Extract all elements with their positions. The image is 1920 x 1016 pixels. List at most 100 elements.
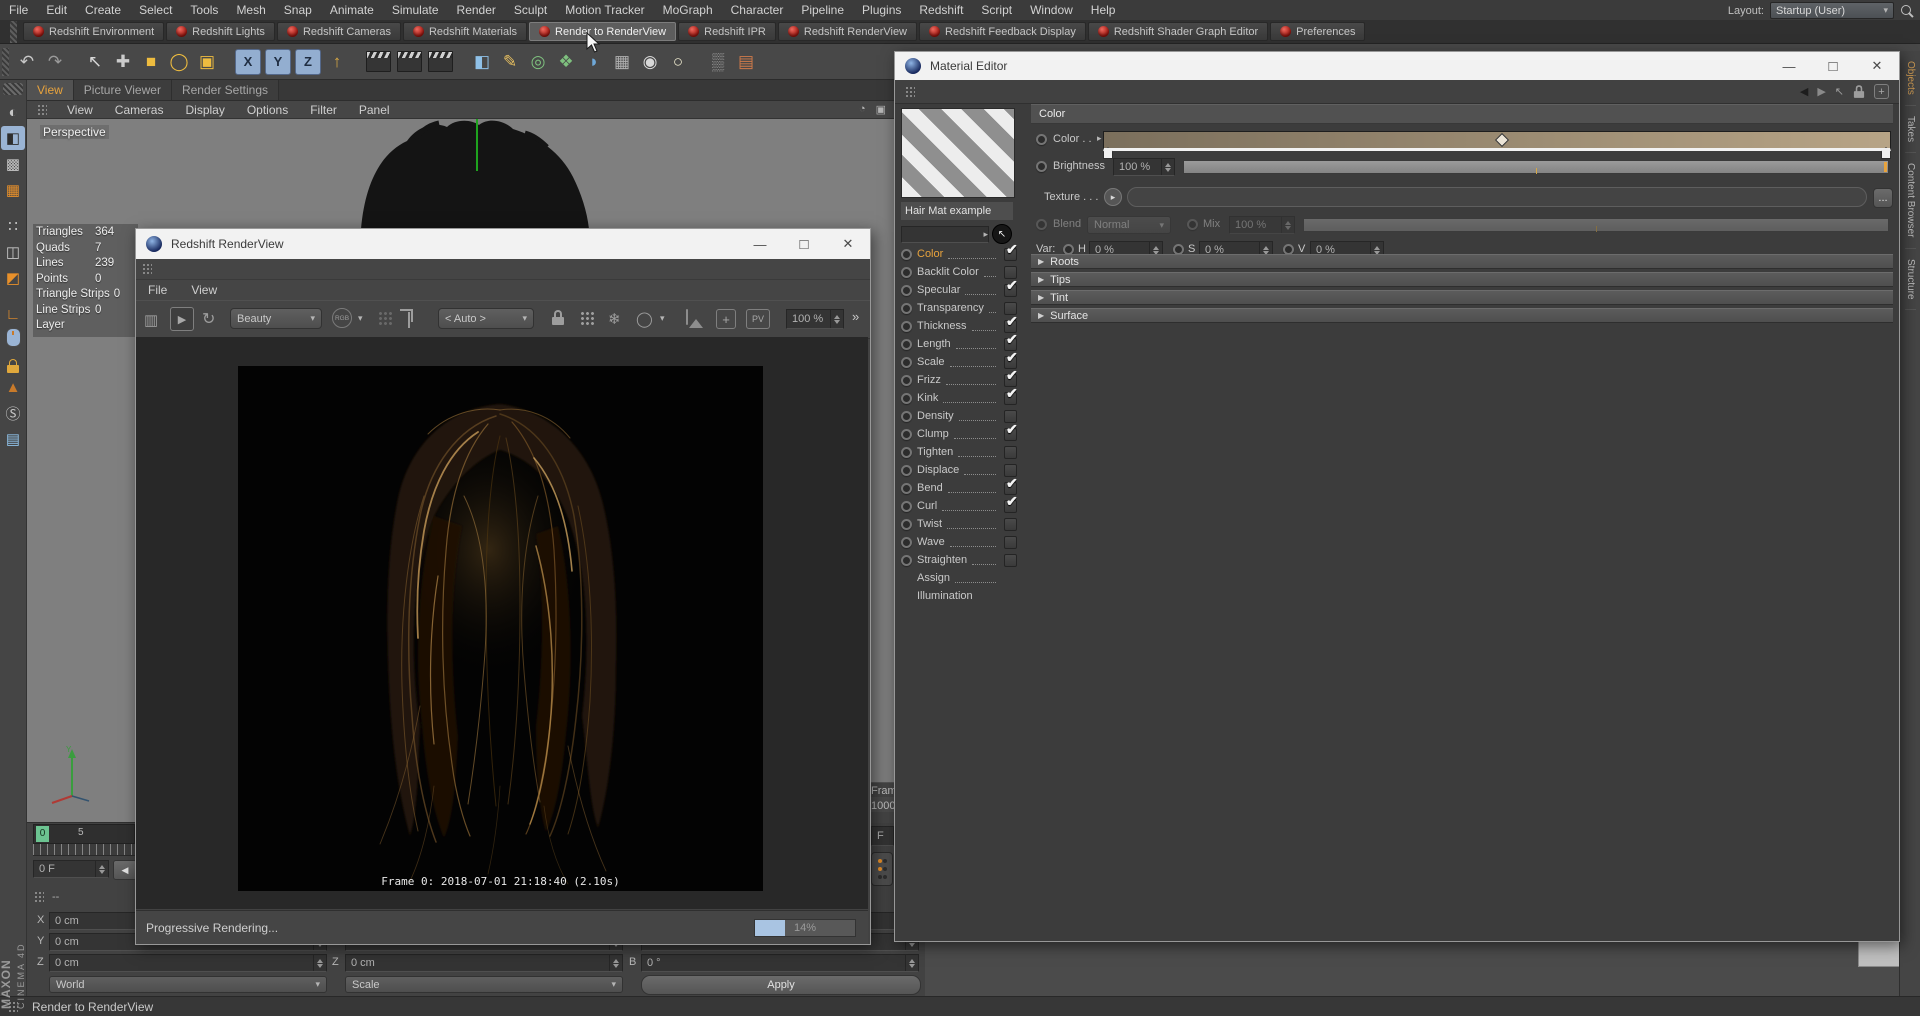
menu-item[interactable]: Help <box>1082 3 1125 17</box>
render-view-icon[interactable] <box>366 51 391 72</box>
brightness-slider[interactable] <box>1183 160 1889 174</box>
redshift-toolbar-button[interactable]: Render to RenderView <box>529 22 676 41</box>
color-animation-dot[interactable] <box>1036 134 1047 145</box>
edges-mode-icon[interactable]: ◫ <box>1 240 25 264</box>
material-preview-swatch[interactable] <box>901 108 1015 198</box>
texture-expand-button[interactable]: ▸ <box>1104 188 1122 206</box>
coordinate-space-dropdown[interactable]: World▾ <box>49 976 327 993</box>
y-axis-lock-icon[interactable]: Y <box>265 49 291 75</box>
material-channel-row[interactable]: Backlit Color ✔ <box>901 263 1017 281</box>
viewport-navigation-icon[interactable] <box>6 328 21 347</box>
timeline-options-button[interactable] <box>871 852 893 886</box>
maximize-button[interactable]: □ <box>1811 52 1855 80</box>
points-mode-icon[interactable]: ∷ <box>1 214 25 238</box>
chevron-down-icon[interactable]: ▾ <box>358 314 363 323</box>
channel-radio[interactable] <box>901 357 912 368</box>
material-channel-row[interactable]: Color ✔ <box>901 245 1017 263</box>
renderview-menu-item[interactable]: File <box>148 283 167 297</box>
workplane-lock-icon[interactable] <box>7 359 19 373</box>
frame-unit-field[interactable]: F <box>871 826 894 846</box>
blend-mode-dropdown[interactable]: Normal▾ <box>1087 216 1171 234</box>
viewport-tab[interactable]: View <box>27 80 74 100</box>
material-channel-row[interactable]: Clump ✔ <box>901 425 1017 443</box>
material-channel-row[interactable]: Displace ✔ <box>901 461 1017 479</box>
start-render-button[interactable]: ▶ <box>170 307 194 331</box>
menu-item[interactable]: Simulate <box>383 3 448 17</box>
channel-radio[interactable] <box>901 537 912 548</box>
checker-background-icon[interactable] <box>378 311 393 326</box>
camera-dropdown[interactable]: < Auto >▾ <box>438 308 534 329</box>
undo-icon[interactable]: ↶ <box>13 48 41 76</box>
toolbar-overflow-button[interactable]: » <box>852 309 859 324</box>
zoom-spinner[interactable] <box>830 310 843 328</box>
dock-tab[interactable]: Objects <box>1905 51 1916 106</box>
chevron-right-icon[interactable]: ▸ <box>1097 133 1102 144</box>
channel-checkbox[interactable]: ✔ <box>1004 248 1017 261</box>
layers-icon[interactable]: ▤ <box>1 427 25 451</box>
channel-label[interactable]: Curl <box>917 500 937 512</box>
collapsible-section-header[interactable]: ▶ Tint <box>1031 290 1893 305</box>
value-spinner[interactable] <box>1161 159 1174 175</box>
redshift-toolbar-button[interactable]: Redshift Shader Graph Editor <box>1088 22 1268 41</box>
channel-label[interactable]: Scale <box>917 356 945 368</box>
channel-radio[interactable] <box>901 411 912 422</box>
close-button[interactable]: ✕ <box>826 229 870 259</box>
material-channel-row[interactable]: Twist ✔ <box>901 515 1017 533</box>
snap-settings-icon[interactable]: Ⓢ <box>1 401 25 425</box>
collapsible-section-header[interactable]: ▶ Roots <box>1031 254 1893 269</box>
pen-spline-icon[interactable]: ✎ <box>496 48 524 76</box>
apply-button[interactable]: Apply <box>641 975 921 995</box>
menu-item[interactable]: Character <box>722 3 793 17</box>
menu-item[interactable]: Script <box>972 3 1021 17</box>
render-cube-icon[interactable]: ▩ <box>1 152 25 176</box>
layout-dropdown[interactable]: Startup (User) ▾ <box>1770 2 1894 19</box>
viewport-menu-item[interactable]: Panel <box>359 103 390 117</box>
viewport-menu-item[interactable]: Options <box>247 103 288 117</box>
panel-grip[interactable] <box>3 83 23 95</box>
channel-radio[interactable] <box>901 339 912 350</box>
channel-radio[interactable] <box>901 501 912 512</box>
collapsible-section-header[interactable]: ▶ Surface <box>1031 308 1893 323</box>
render-to-picture-viewer-icon[interactable] <box>397 51 422 72</box>
coordinate-field[interactable]: 0 cm <box>49 954 327 972</box>
channel-label[interactable]: Specular <box>917 284 960 296</box>
toolbar-grip[interactable] <box>2 48 9 76</box>
material-channel-row[interactable]: Specular ✔ <box>901 281 1017 299</box>
channel-label[interactable]: Color <box>917 248 943 260</box>
film-strip-icon[interactable]: ▥ <box>144 311 158 329</box>
channel-label[interactable]: Clump <box>917 428 949 440</box>
axis-mode-icon[interactable]: ∟ <box>1 302 25 326</box>
menu-item[interactable]: MoGraph <box>654 3 722 17</box>
channel-radio[interactable] <box>901 249 912 260</box>
channel-checkbox[interactable]: ✔ <box>1004 554 1017 567</box>
channel-label[interactable]: Assign <box>917 572 950 584</box>
panel-grip[interactable] <box>905 86 915 98</box>
viewport-tab[interactable]: Render Settings <box>172 80 279 100</box>
timeline-ruler[interactable]: 0 5 <box>33 824 135 844</box>
channel-checkbox[interactable]: ✔ <box>1004 446 1017 459</box>
renderview-titlebar[interactable]: Redshift RenderView — □ ✕ <box>136 229 870 259</box>
last-tool-icon[interactable]: ▣ <box>193 48 221 76</box>
channel-label[interactable]: Thickness <box>917 320 967 332</box>
timeline-playhead[interactable]: 0 <box>36 826 49 842</box>
region-crop-icon[interactable] <box>408 312 410 328</box>
pick-material-icon[interactable]: ↖ <box>1835 85 1844 98</box>
channel-label[interactable]: Displace <box>917 464 959 476</box>
viewport-tab[interactable]: Picture Viewer <box>74 80 172 100</box>
chevron-down-icon[interactable]: ▾ <box>660 314 665 323</box>
material-channel-row[interactable]: Length ✔ <box>901 335 1017 353</box>
material-channel-row[interactable]: Assign ✔ <box>901 569 1017 587</box>
view-maximize-icon[interactable]: ▣ <box>876 103 886 116</box>
material-channel-row[interactable]: Scale ✔ <box>901 353 1017 371</box>
channel-radio[interactable] <box>901 285 912 296</box>
channel-radio[interactable] <box>901 429 912 440</box>
coordinate-field[interactable]: 0 cm <box>345 954 623 972</box>
redshift-toolbar-button[interactable]: Redshift Lights <box>166 22 275 41</box>
coordinate-field[interactable]: 0 ° <box>641 954 919 972</box>
menu-item[interactable]: Select <box>130 3 181 17</box>
channel-label[interactable]: Density <box>917 410 954 422</box>
add-snapshot-button[interactable]: + <box>716 309 736 329</box>
rotate-tool-icon[interactable]: ◯ <box>165 48 193 76</box>
viewport-menu-item[interactable]: View <box>67 103 93 117</box>
go-to-start-button[interactable]: ◀ <box>113 860 137 880</box>
